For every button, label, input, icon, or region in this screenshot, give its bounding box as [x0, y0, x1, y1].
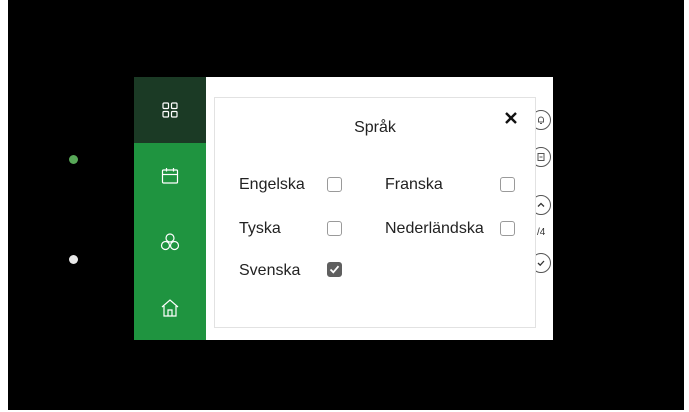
calendar-icon [161, 168, 179, 184]
checkbox-svenska[interactable] [327, 262, 342, 277]
bell-icon [538, 116, 544, 124]
checkbox-nederlandska[interactable] [500, 221, 515, 236]
checkbox-tyska[interactable] [327, 221, 342, 236]
chevron-up-icon [537, 202, 545, 207]
check-icon [537, 260, 545, 267]
sidebar-item-apps[interactable] [134, 77, 206, 143]
sidebar-item-fan[interactable] [134, 209, 206, 275]
apps-grid-icon [162, 102, 178, 118]
status-led-white [69, 255, 78, 264]
sidebar-item-home[interactable] [134, 275, 206, 340]
sidebar [134, 77, 206, 340]
checkmark-icon [329, 265, 340, 274]
screen: /4 Språk Engelska Franska Tyska Nederlän… [134, 77, 553, 340]
dialog-title: Språk [354, 119, 396, 136]
page-indicator: /4 [537, 227, 546, 238]
option-label-tyska: Tyska [239, 220, 281, 237]
close-button[interactable] [501, 108, 521, 128]
checkbox-engelska[interactable] [327, 177, 342, 192]
checkbox-franska[interactable] [500, 177, 515, 192]
option-label-nederlandska: Nederländska [385, 220, 484, 237]
status-led-green [69, 155, 78, 164]
option-label-franska: Franska [385, 176, 443, 193]
option-label-svenska: Svenska [239, 262, 301, 279]
device-bezel: /4 Språk Engelska Franska Tyska Nederlän… [8, 0, 684, 410]
fan-icon [160, 233, 180, 251]
language-dialog: Språk Engelska Franska Tyska Nederländsk… [214, 97, 536, 328]
sidebar-item-calendar[interactable] [134, 143, 206, 209]
option-label-engelska: Engelska [239, 176, 305, 193]
home-icon [161, 298, 179, 317]
close-icon [505, 112, 517, 124]
list-icon [537, 153, 545, 161]
